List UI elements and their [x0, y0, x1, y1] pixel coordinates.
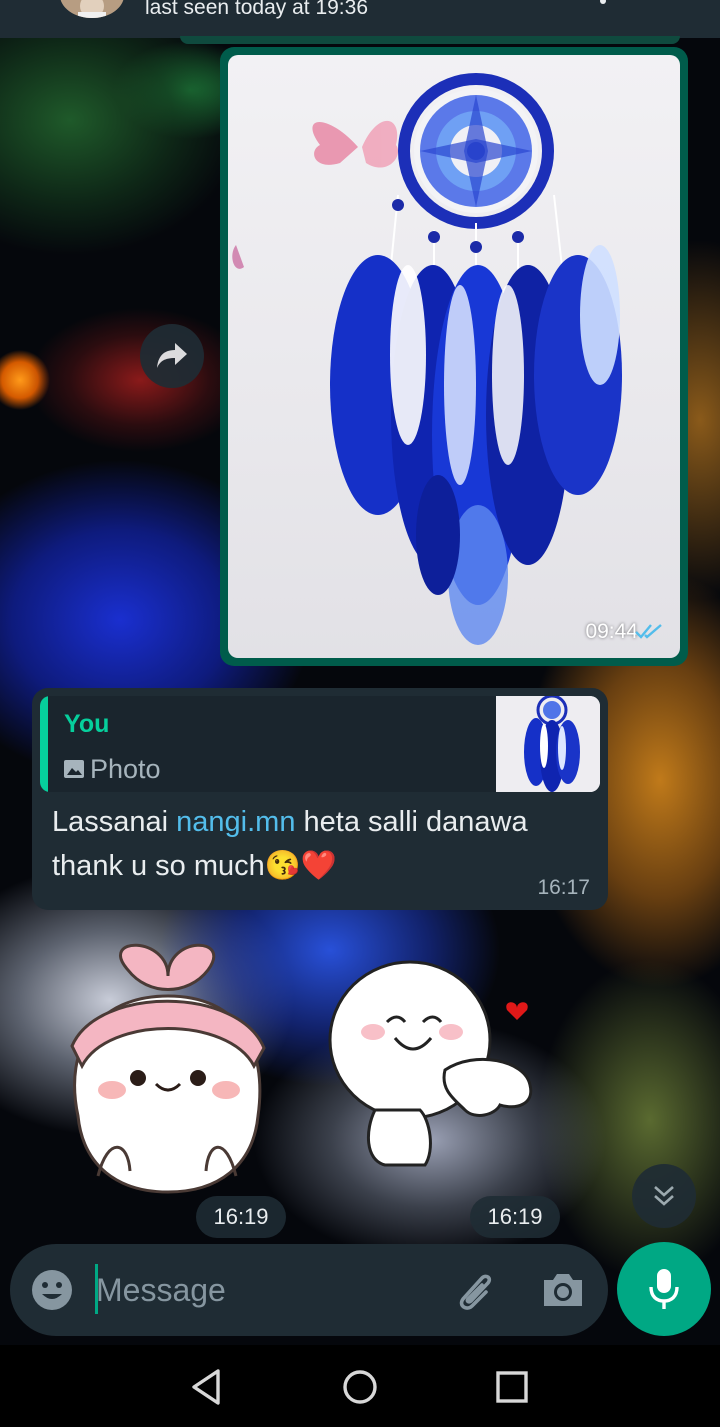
- nav-home-button[interactable]: [338, 1365, 382, 1409]
- read-ticks-icon: [634, 621, 664, 646]
- quoted-type-label: Photo: [90, 754, 161, 784]
- menu-icon[interactable]: [596, 0, 610, 6]
- sticker-finger-heart[interactable]: [325, 960, 545, 1180]
- header-edge: [180, 36, 680, 44]
- square-recents-icon: [496, 1371, 528, 1403]
- nav-recents-button[interactable]: [490, 1365, 534, 1409]
- nav-back-button[interactable]: [186, 1365, 230, 1409]
- forward-icon: [157, 343, 187, 368]
- quote-accent-bar: [40, 696, 48, 792]
- camera-icon: [544, 1274, 582, 1306]
- message-text-before: Lassanai: [52, 806, 177, 838]
- contact-avatar[interactable]: [60, 0, 124, 18]
- double-chevron-down-icon: [654, 1186, 674, 1206]
- quoted-sender: You: [64, 710, 110, 738]
- chat-header[interactable]: last seen today at 19:36: [0, 0, 720, 38]
- quoted-photo-thumbnail: [496, 696, 600, 792]
- outgoing-photo-message[interactable]: 09:44: [220, 47, 688, 666]
- mic-icon: [649, 1269, 679, 1309]
- voice-message-button[interactable]: [617, 1242, 711, 1336]
- emoji-button[interactable]: [30, 1268, 74, 1312]
- camera-button[interactable]: [540, 1268, 586, 1312]
- triangle-back-icon: [192, 1369, 220, 1405]
- attach-button[interactable]: [452, 1266, 500, 1314]
- message-text: Lassanai nangi.mn heta salli danawa than…: [52, 800, 592, 888]
- message-time: 16:17: [537, 876, 590, 899]
- circle-home-icon: [343, 1370, 377, 1404]
- quoted-message[interactable]: You Photo: [40, 696, 600, 792]
- message-time: 09:44: [585, 620, 638, 643]
- butterfly-decoration: [232, 120, 399, 269]
- forward-button[interactable]: [140, 324, 204, 388]
- paperclip-icon: [459, 1274, 492, 1310]
- sticker-time: 16:19: [470, 1196, 560, 1238]
- scroll-to-bottom-button[interactable]: [632, 1164, 696, 1228]
- last-seen-status: last seen today at 19:36: [145, 0, 368, 19]
- mention-link[interactable]: nangi.mn: [176, 806, 295, 838]
- feathers: [330, 245, 622, 645]
- message-input[interactable]: [96, 1262, 436, 1318]
- sticker-time: 16:19: [196, 1196, 286, 1238]
- sticker-girl-bow[interactable]: [58, 936, 278, 1196]
- emoji-icon: [32, 1270, 72, 1310]
- dreamcatcher-photo[interactable]: 09:44: [228, 55, 680, 658]
- message-composer: [10, 1244, 608, 1336]
- incoming-reply-message[interactable]: You Photo Lassanai nangi.mn heta salli d…: [32, 688, 608, 910]
- web-pattern: [420, 95, 532, 207]
- system-navigation-bar: [0, 1345, 720, 1427]
- photo-icon: [64, 760, 84, 778]
